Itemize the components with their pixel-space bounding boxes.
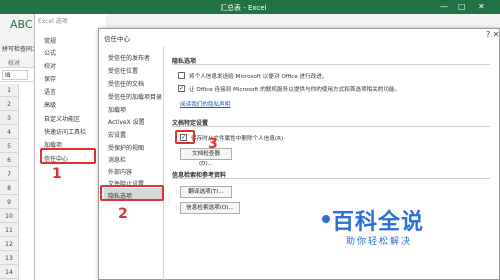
nav-external-content[interactable]: 外部内容 <box>108 167 132 176</box>
annotation-1: 1 <box>52 166 62 182</box>
nav-trusted-addin-catalogs[interactable]: 受信任的加载项目录 <box>108 92 162 101</box>
name-box[interactable]: I8 <box>2 70 28 80</box>
close-button[interactable]: ✕ <box>478 2 485 11</box>
row-number[interactable]: 1 <box>0 84 18 97</box>
privacy-divider <box>172 64 490 65</box>
row-number[interactable]: 7 <box>0 168 18 181</box>
highlight-remove-personal-info <box>175 130 195 144</box>
row-number[interactable]: 2 <box>0 98 18 111</box>
excel-title-bar: 汇总表 - Excel — □ ✕ <box>0 0 500 14</box>
document-inspector-button[interactable]: 文档检查器(D)... <box>180 148 232 167</box>
window-title: 汇总表 - Excel <box>220 4 267 12</box>
research-divider <box>172 178 490 179</box>
maximize-button[interactable]: □ <box>458 2 466 11</box>
trust-center-close-button[interactable]: ? ✕ <box>486 30 500 39</box>
row-number[interactable]: 14 <box>0 266 18 279</box>
options-item-proofing[interactable]: 校对 <box>44 61 56 70</box>
nav-addins[interactable]: 加载项 <box>108 105 126 114</box>
nav-macro-settings[interactable]: 宏设置 <box>108 130 126 139</box>
nav-trusted-documents[interactable]: 受信任的文档 <box>108 79 144 88</box>
options-item-formulas[interactable]: 公式 <box>44 48 56 57</box>
options-item-language[interactable]: 语言 <box>44 87 56 96</box>
nav-message-bar[interactable]: 消息栏 <box>108 155 126 164</box>
watermark-title: 百科全说 <box>332 210 425 235</box>
row-number[interactable]: 12 <box>0 238 18 251</box>
options-item-general[interactable]: 常规 <box>44 36 56 45</box>
watermark-subtitle: 助你轻松解决 <box>346 237 413 247</box>
row-number[interactable]: 11 <box>0 224 18 237</box>
highlight-privacy-options <box>100 185 164 201</box>
row-number[interactable]: 13 <box>0 252 18 265</box>
row-number[interactable]: 8 <box>0 182 18 195</box>
proofing-group-label: 校对 <box>8 60 21 67</box>
research-options-button[interactable]: 信息检索选项(O)... <box>180 202 240 214</box>
remove-personal-info-label: 保存时从文件属性中删除个人信息(R) <box>191 136 284 142</box>
row-number[interactable]: 9 <box>0 196 18 209</box>
options-item-quick-access[interactable]: 快速访问工具栏 <box>44 127 86 136</box>
watermark-logo-icon <box>322 215 330 223</box>
annotation-2: 2 <box>118 206 128 222</box>
connect-services-checkbox[interactable]: ✓ <box>178 85 185 92</box>
spelling-button[interactable]: 拼写检查 <box>2 44 26 53</box>
nav-trusted-locations[interactable]: 受信任位置 <box>108 66 138 75</box>
send-info-label: 将个人信息发送给 Microsoft 以便对 Office 进行改进。 <box>189 74 328 80</box>
connect-services-label: 让 Office 连接到 Microsoft 的联机服务以提供与你的使用方式和首… <box>189 87 401 93</box>
doc-settings-divider <box>172 126 490 127</box>
trust-center-title: 信任中心 <box>104 35 130 43</box>
nav-protected-view[interactable]: 受保护的视图 <box>108 143 144 152</box>
nav-trusted-publishers[interactable]: 受信任的发布者 <box>108 53 150 62</box>
options-item-advanced[interactable]: 高级 <box>44 100 56 109</box>
options-item-save[interactable]: 保存 <box>44 74 56 83</box>
send-info-checkbox[interactable] <box>178 72 185 79</box>
translate-options-button[interactable]: 翻译选项(T)... <box>180 186 232 198</box>
row-number[interactable]: 6 <box>0 154 18 167</box>
row-number[interactable]: 10 <box>0 210 18 223</box>
row-number[interactable]: 5 <box>0 140 18 153</box>
row-number[interactable]: 3 <box>0 112 18 125</box>
privacy-statement-link[interactable]: 阅读我们的隐私声明 <box>180 100 230 108</box>
options-item-customize-ribbon[interactable]: 自定义功能区 <box>44 114 80 123</box>
options-dialog-title: Excel 选项 <box>38 18 68 25</box>
minimize-button[interactable]: — <box>440 2 448 11</box>
nav-activex[interactable]: ActiveX 设置 <box>108 117 145 126</box>
highlight-trust-center <box>40 148 96 164</box>
row-number[interactable]: 4 <box>0 126 18 139</box>
